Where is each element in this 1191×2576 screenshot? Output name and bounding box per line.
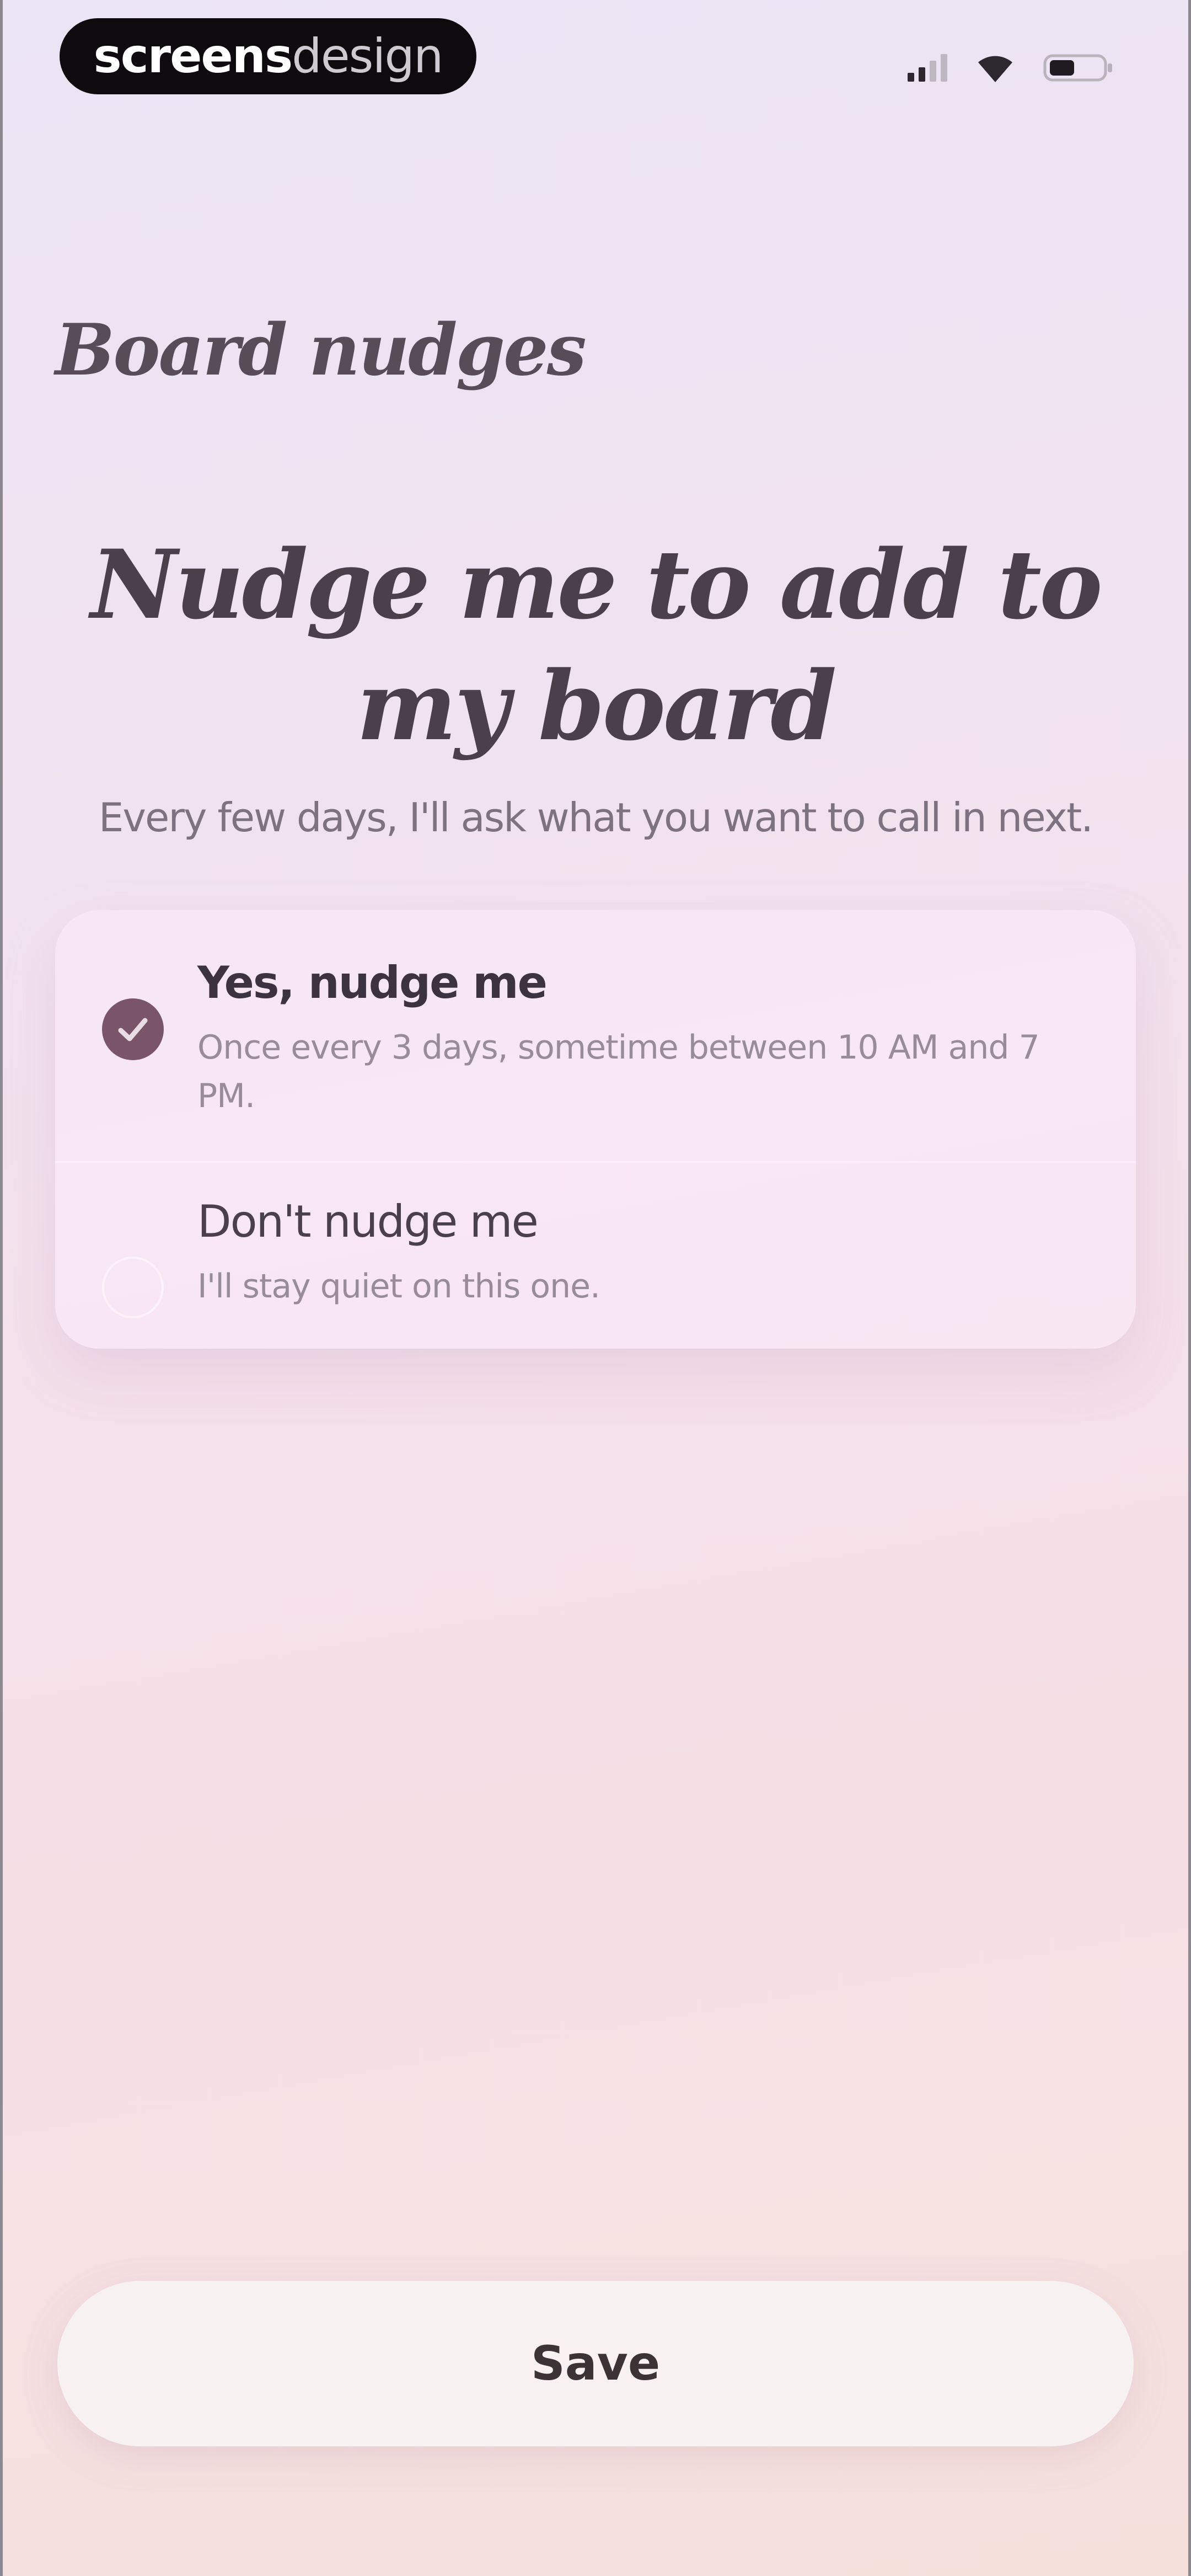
- subtitle: Every few days, I'll ask what you want t…: [98, 794, 1093, 841]
- option-description: I'll stay quiet on this one.: [197, 1267, 600, 1306]
- option-yes-nudge-me[interactable]: Yes, nudge me Once every 3 days, sometim…: [55, 910, 1136, 1161]
- save-button[interactable]: Save: [57, 2281, 1134, 2446]
- radio-selected[interactable]: [102, 998, 164, 1060]
- brand-logo: screens design: [60, 18, 476, 94]
- brand-logo-light: design: [292, 29, 443, 84]
- signal-icon: [908, 54, 947, 82]
- option-description: Once every 3 days, sometime between 10 A…: [197, 1028, 1040, 1115]
- option-label: Don't nudge me: [197, 1196, 539, 1247]
- battery-icon: [1043, 54, 1112, 82]
- device-frame-edge: [1188, 0, 1191, 2576]
- radio-unselected[interactable]: [102, 1257, 164, 1318]
- option-dont-nudge-me[interactable]: Don't nudge me I'll stay quiet on this o…: [55, 1161, 1136, 1350]
- headline: Nudge me to add to my board: [90, 528, 1103, 762]
- brand-logo-bold: screens: [93, 29, 293, 84]
- checkmark-icon: [118, 1018, 148, 1041]
- option-label: Yes, nudge me: [197, 957, 548, 1008]
- device-frame-edge: [0, 0, 3, 2576]
- wifi-icon: [978, 56, 1012, 82]
- nudge-options-card: Yes, nudge me Once every 3 days, sometim…: [55, 910, 1136, 1349]
- status-bar-icons: [908, 49, 1114, 87]
- page-title: Board nudges: [55, 309, 587, 392]
